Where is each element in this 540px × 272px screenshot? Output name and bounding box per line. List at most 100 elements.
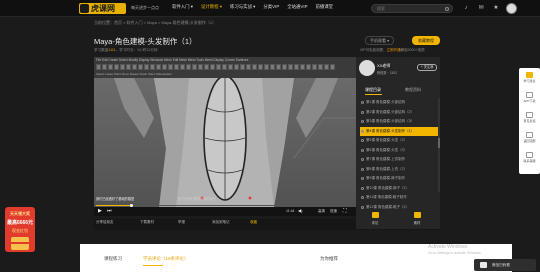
video-action-1[interactable]: 下载素材 — [140, 220, 154, 225]
chapter-item[interactable]: 第6课 角色建模-头发（3） — [360, 146, 438, 155]
chapter-dot-icon — [361, 177, 364, 180]
volume-icon[interactable]: ◀) — [298, 208, 302, 214]
search-placeholder: 搜索 — [377, 6, 385, 11]
chapter-item[interactable]: 第1课 角色建模-头部结构 — [360, 98, 438, 107]
side-tool-icon — [526, 72, 533, 78]
shelf-tool-icon — [126, 64, 131, 70]
active-tab-underline — [365, 94, 382, 95]
shelf-tool-icon — [300, 64, 305, 70]
chapter-dot-icon — [361, 186, 364, 190]
mobile-watch-button[interactable]: 手机观看 ▾ — [365, 36, 395, 45]
teacher-avatar[interactable] — [359, 60, 375, 76]
chapter-item[interactable]: 第5课 角色建模-头发（2） — [360, 136, 438, 145]
user-avatar[interactable] — [506, 3, 517, 14]
comment-button[interactable]: 评论 — [361, 212, 389, 225]
tab-materials[interactable]: 教程资料 — [405, 87, 421, 93]
shelf-tool-icon — [114, 64, 119, 70]
maya-tools-row: Select Lasso Paint Move Rotate Scale Sho… — [96, 72, 172, 76]
video-action-2[interactable]: 举报 — [178, 220, 185, 225]
chapter-item[interactable]: 第10课 角色建模-裤子（2） — [360, 184, 438, 193]
teacher-name[interactable]: XX老师 — [377, 63, 390, 69]
progress-bar[interactable] — [96, 204, 350, 207]
shelf-tool-icon — [192, 64, 197, 70]
shelf-tool-icon — [150, 64, 155, 70]
search-box[interactable]: 搜索 — [371, 4, 453, 13]
breadcrumb: 当前位置：首页 > 软件入门 > Maya > Maya-角色建模-头发制作（1… — [94, 20, 217, 25]
play-icon[interactable]: ▶ — [98, 208, 102, 214]
shelf-tool-icon — [198, 64, 203, 70]
shelf-tool-icon — [210, 64, 215, 70]
site-logo[interactable]: 虎课网 — [79, 3, 126, 14]
shelf-tool-icon — [222, 64, 227, 70]
main-nav: 软件入门 ▾ 设计教程 ▾ 练习与实战 ▾ 分类VIP 全站通VIP 前播课堂 — [172, 4, 341, 10]
shelf-tool-icon — [288, 64, 293, 70]
video-meta: 学习数量1111，学习时长：1小时12分钟 — [94, 48, 158, 52]
follow-button[interactable]: + 关注我 — [417, 64, 438, 71]
side-tool-item[interactable]: 联系客服 — [519, 152, 540, 163]
nav-item[interactable]: 全站通VIP — [287, 4, 307, 10]
site-tagline: 每天进步一点点 — [131, 5, 159, 10]
vip-note: VIP可免费观看，立即开通解锁3000+视频 — [360, 48, 425, 52]
content-tab-2[interactable]: 为你推荐 — [320, 256, 338, 262]
shelf-tool-icon — [216, 64, 221, 70]
chapter-dot-icon — [361, 101, 364, 104]
star-icon[interactable]: ★ — [492, 4, 500, 12]
next-icon[interactable]: ⏭ — [107, 208, 112, 214]
character-model-illustration — [114, 75, 356, 207]
notification-icon[interactable]: ✉ — [477, 4, 485, 12]
shelf-tool-icon — [108, 64, 113, 70]
chapter-item[interactable]: 第4课 角色建模-头发制作（1） — [360, 126, 438, 136]
bell-icon[interactable]: ♪ — [462, 4, 470, 12]
video-action-4[interactable]: 收藏 — [250, 220, 257, 225]
chapter-item[interactable]: 第12课 角色建模-鞋子（2） — [360, 203, 438, 212]
chapter-item[interactable]: 第3课 角色建模-头部结构（3） — [360, 117, 438, 126]
player-control-bar — [94, 207, 356, 216]
chapter-item[interactable]: 第11课 角色建模-鞋子制作 — [360, 193, 438, 202]
shelf-tool-icon — [186, 64, 191, 70]
side-tool-item[interactable]: 意见反馈 — [519, 112, 540, 123]
tab-course-list[interactable]: 课程目录 — [365, 87, 381, 93]
chapter-item[interactable]: 第9课 角色建模-裤子制作 — [360, 174, 438, 183]
side-tool-item[interactable]: 返回顶部 — [519, 132, 540, 143]
nav-item[interactable]: 设计教程 ▾ — [201, 4, 222, 10]
favorite-button[interactable]: 收藏教程 — [412, 36, 440, 45]
side-tool-icon — [526, 92, 533, 98]
side-tool-icon — [526, 132, 533, 138]
shelf-tool-icon — [138, 64, 143, 70]
search-icon[interactable] — [445, 6, 449, 11]
chapter-dot-icon — [361, 205, 364, 209]
chapter-dot-icon — [361, 120, 364, 123]
fullscreen-icon[interactable]: ⛶ — [343, 208, 347, 214]
chapter-item[interactable]: 第2课 角色建模-头部结构（2） — [360, 108, 438, 117]
content-tab-0[interactable]: 课程练习 — [104, 256, 122, 262]
shelf-tool-icon — [276, 64, 281, 70]
side-tool-item[interactable]: APP下载 — [519, 92, 540, 103]
chapter-dot-icon — [361, 129, 364, 133]
shelf-tool-icon — [318, 64, 323, 70]
shelf-tool-icon — [270, 64, 275, 70]
materials-button[interactable]: 素材 — [403, 212, 431, 225]
quality-selector[interactable]: 高清 — [318, 209, 325, 214]
nav-item[interactable]: 分类VIP — [263, 4, 279, 10]
promo-red-packet[interactable]: 天天领大奖 最高6666元 现金红包 — [5, 207, 35, 252]
chapter-scrollbar[interactable] — [438, 98, 440, 192]
wechat-scan-button[interactable]: 微信扫码看 — [474, 259, 536, 271]
shelf-tool-icon — [132, 64, 137, 70]
vip-open-link[interactable]: 立即开通 — [387, 48, 401, 52]
content-tab-1[interactable]: 学员评论（10条评论） — [143, 256, 189, 262]
speed-selector[interactable]: 倍速 — [330, 209, 337, 214]
windows-watermark-text: Go to Settings to activate Windows. — [428, 251, 482, 255]
shelf-tool-icon — [204, 64, 209, 70]
video-action-3[interactable]: 添加到笔记 — [212, 220, 230, 225]
video-player[interactable]: File Edit Create Select Modify Display W… — [94, 57, 356, 207]
video-action-0[interactable]: 分享给朋友 — [96, 220, 114, 225]
nav-item[interactable]: 软件入门 ▾ — [172, 4, 193, 10]
nav-item[interactable]: 练习与实战 ▾ — [230, 4, 255, 10]
wechat-icon — [480, 262, 487, 268]
chapter-item[interactable]: 第8课 角色建模-上衣（2） — [360, 165, 438, 174]
nav-item[interactable]: 前播课堂 — [316, 4, 334, 10]
side-tool-item[interactable]: 学习建议 — [519, 72, 540, 83]
chapter-item[interactable]: 第7课 角色建模-上衣制作 — [360, 155, 438, 164]
scrollbar-thumb[interactable] — [438, 138, 440, 148]
shelf-tool-icon — [162, 64, 167, 70]
